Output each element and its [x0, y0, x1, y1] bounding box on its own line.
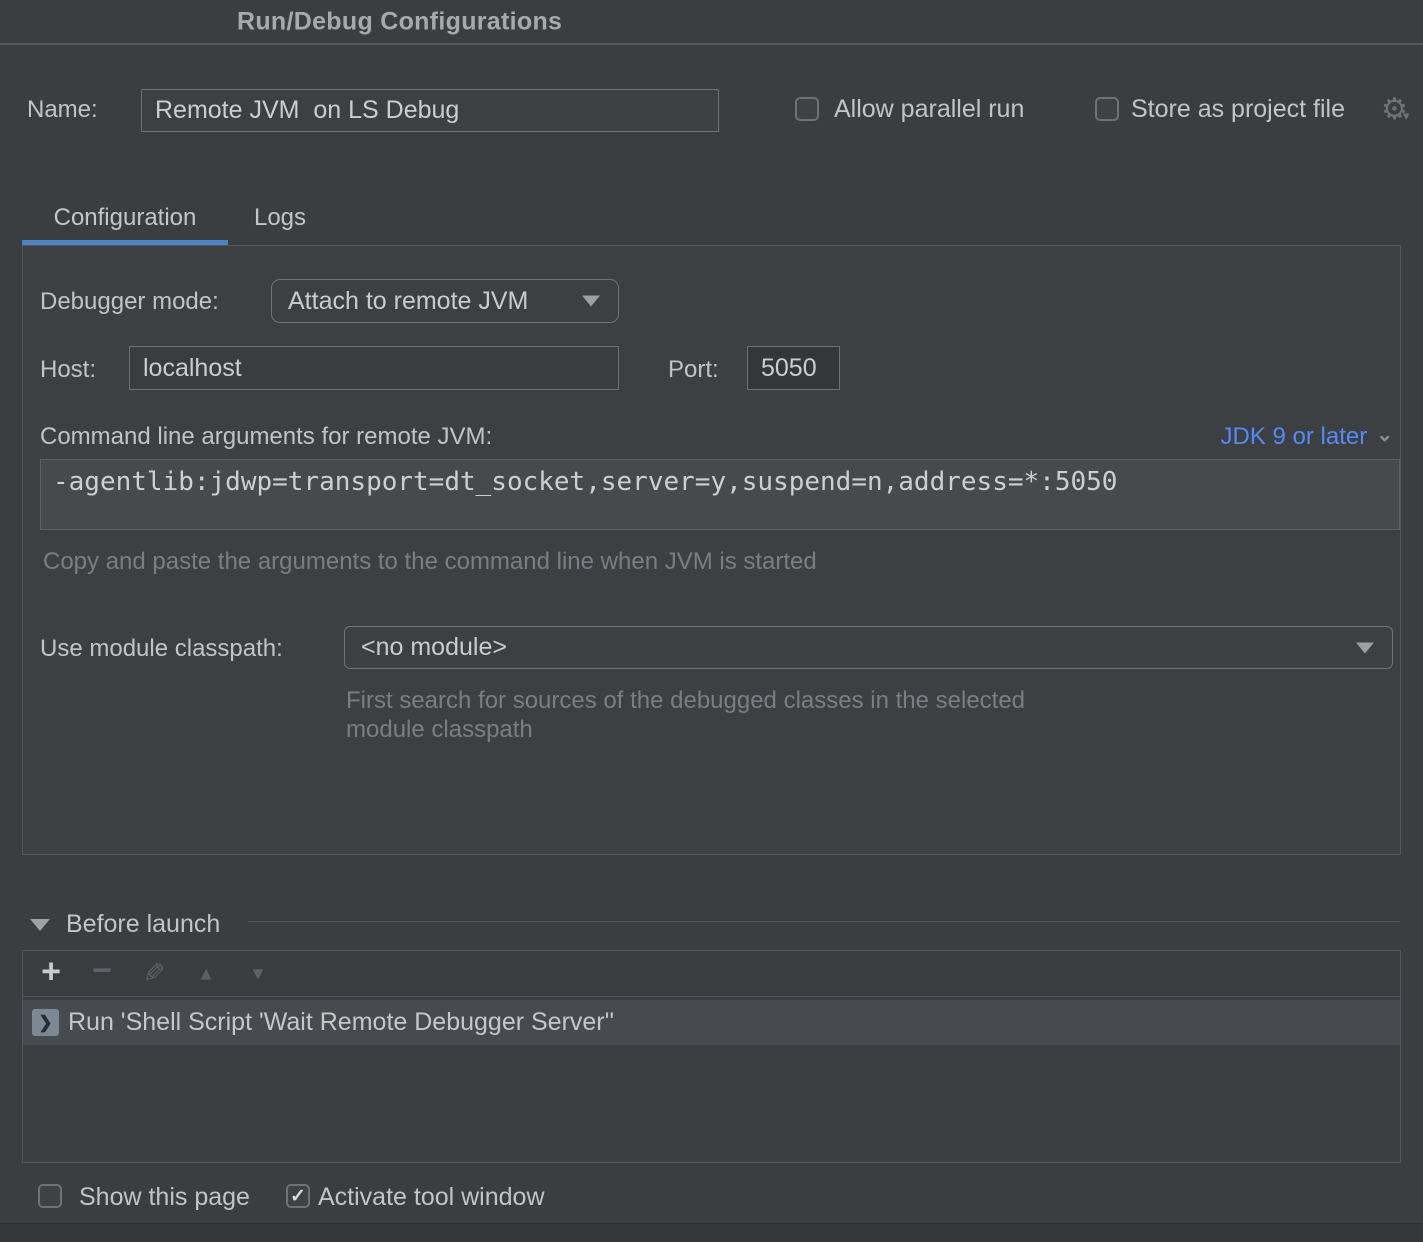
command-line-arguments-hint: Copy and paste the arguments to the comm… — [43, 548, 817, 576]
chevron-down-icon: ⌄ — [1376, 422, 1393, 447]
module-classpath-hint: First search for sources of the debugged… — [346, 686, 1025, 744]
activate-tool-window-checkbox[interactable]: ✓ — [286, 1184, 310, 1208]
allow-parallel-run-checkbox[interactable] — [795, 97, 819, 121]
use-module-classpath-label: Use module classpath: — [40, 635, 283, 663]
chevron-down-icon — [1356, 642, 1374, 653]
before-launch-task-label: Run 'Shell Script 'Wait Remote Debugger … — [68, 1008, 614, 1037]
activate-tool-window-label[interactable]: Activate tool window — [318, 1183, 545, 1212]
store-as-project-file-checkbox[interactable] — [1095, 97, 1119, 121]
move-down-icon[interactable]: ▼ — [249, 963, 267, 984]
edit-pencil-icon[interactable]: ✎ — [143, 958, 166, 989]
move-up-icon[interactable]: ▲ — [197, 963, 215, 984]
store-as-project-file-label[interactable]: Store as project file — [1131, 95, 1345, 124]
debugger-mode-label: Debugger mode: — [40, 288, 219, 316]
dialog-bottom-strip — [0, 1223, 1423, 1242]
collapse-arrow-icon[interactable] — [30, 919, 50, 931]
check-icon: ✓ — [290, 1185, 306, 1208]
name-input[interactable]: Remote JVM on LS Debug — [141, 89, 719, 132]
host-label: Host: — [40, 356, 96, 384]
jdk-version-value: JDK 9 or later — [1221, 423, 1368, 451]
port-input[interactable]: 5050 — [747, 346, 840, 390]
before-launch-divider — [248, 921, 1400, 922]
name-input-value: Remote JVM on LS Debug — [155, 96, 459, 125]
module-classpath-value: <no module> — [361, 633, 507, 662]
before-launch-header[interactable]: Before launch — [30, 910, 220, 939]
debugger-mode-select[interactable]: Attach to remote JVM — [271, 279, 619, 323]
jdk-version-selector[interactable]: JDK 9 or later ⌄ — [1221, 423, 1393, 451]
chevron-down-icon — [582, 296, 600, 307]
tab-bar: Configuration Logs — [22, 196, 332, 240]
run-debug-configurations-dialog: Run/Debug Configurations Name: Remote JV… — [0, 0, 1423, 1242]
port-label: Port: — [668, 356, 719, 384]
name-label: Name: — [27, 96, 98, 124]
gear-icon[interactable]: ⚙▾ — [1381, 92, 1408, 127]
command-line-arguments-field[interactable]: -agentlib:jdwp=transport=dt_socket,serve… — [40, 459, 1400, 530]
before-launch-task-row[interactable]: ❯ Run 'Shell Script 'Wait Remote Debugge… — [23, 1000, 1400, 1045]
tab-logs[interactable]: Logs — [228, 196, 332, 240]
show-this-page-checkbox[interactable] — [38, 1184, 62, 1208]
debugger-mode-value: Attach to remote JVM — [288, 287, 528, 316]
remove-icon[interactable]: − — [92, 951, 112, 990]
command-line-arguments-label: Command line arguments for remote JVM: — [40, 423, 492, 451]
before-launch-title: Before launch — [66, 910, 220, 939]
shell-script-run-icon: ❯ — [32, 1009, 59, 1036]
dialog-title: Run/Debug Configurations — [237, 7, 562, 36]
add-icon[interactable]: + — [41, 952, 61, 991]
host-input-value: localhost — [143, 354, 242, 383]
module-classpath-select[interactable]: <no module> — [344, 626, 1393, 669]
port-input-value: 5050 — [761, 354, 817, 383]
before-launch-toolbar: + − ✎ ▲ ▼ — [23, 951, 1400, 997]
command-line-arguments-value: -agentlib:jdwp=transport=dt_socket,serve… — [53, 467, 1117, 497]
module-classpath-hint-line1: First search for sources of the debugged… — [346, 686, 1025, 715]
host-input[interactable]: localhost — [129, 346, 619, 390]
show-this-page-label[interactable]: Show this page — [79, 1183, 250, 1212]
tab-configuration[interactable]: Configuration — [22, 196, 228, 240]
allow-parallel-run-label[interactable]: Allow parallel run — [834, 95, 1024, 124]
before-launch-panel: + − ✎ ▲ ▼ ❯ Run 'Shell Script 'Wait Remo… — [22, 950, 1401, 1163]
dialog-titlebar: Run/Debug Configurations — [0, 0, 1423, 45]
module-classpath-hint-line2: module classpath — [346, 715, 1025, 744]
gear-dropdown-arrow-icon: ▾ — [1403, 108, 1410, 124]
